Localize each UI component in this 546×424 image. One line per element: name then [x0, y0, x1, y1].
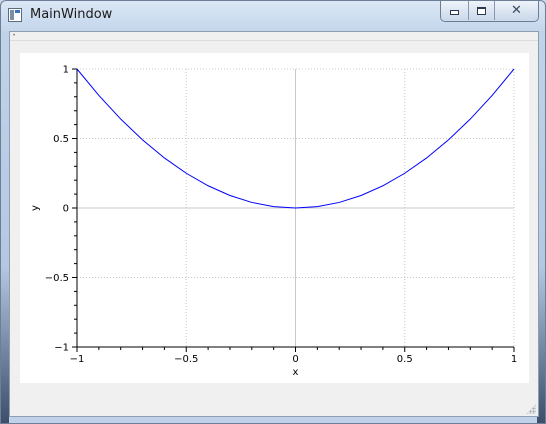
- maximize-icon: [477, 6, 486, 15]
- x-tick-label: 0.5: [397, 354, 413, 365]
- maximize-button[interactable]: [468, 1, 494, 20]
- x-tick-label: −1: [70, 354, 85, 365]
- y-tick-label: 0: [63, 204, 69, 215]
- app-window-icon[interactable]: [8, 8, 22, 22]
- title-bar[interactable]: MainWindow ✕: [1, 1, 545, 31]
- close-button[interactable]: ✕: [494, 1, 538, 20]
- x-tick-label: 0: [292, 354, 298, 365]
- y-tick-label: 1: [63, 65, 69, 76]
- x-axis-label: x: [293, 367, 299, 378]
- main-window: MainWindow ✕ • −1 −0.5 0 0.5 1 −1 −0.5 0 0.5 1 x y: [0, 0, 546, 424]
- window-title: MainWindow: [30, 7, 113, 22]
- y-tick-label: −0.5: [45, 273, 69, 284]
- minimize-icon: [450, 10, 459, 15]
- close-icon: ✕: [511, 3, 522, 18]
- client-area: • −1 −0.5 0 0.5 1 −1 −0.5 0 0.5 1 x y: [9, 31, 539, 417]
- window-frame-left: [1, 31, 9, 423]
- x-tick-label: −0.5: [174, 354, 198, 365]
- x-tick-label: 1: [511, 354, 517, 365]
- menu-bar[interactable]: •: [10, 32, 538, 41]
- size-grip[interactable]: [526, 404, 536, 414]
- caption-buttons: ✕: [440, 1, 539, 22]
- plot-widget[interactable]: −1 −0.5 0 0.5 1 −1 −0.5 0 0.5 1 x y: [20, 53, 529, 383]
- minimize-button[interactable]: [441, 1, 468, 20]
- plot-canvas[interactable]: −1 −0.5 0 0.5 1 −1 −0.5 0 0.5 1 x y: [20, 53, 529, 383]
- menu-bar-handle: •: [13, 33, 16, 39]
- y-tick-label: −1: [54, 343, 69, 354]
- y-tick-label: 0.5: [53, 134, 69, 145]
- y-axis-label: y: [30, 205, 41, 211]
